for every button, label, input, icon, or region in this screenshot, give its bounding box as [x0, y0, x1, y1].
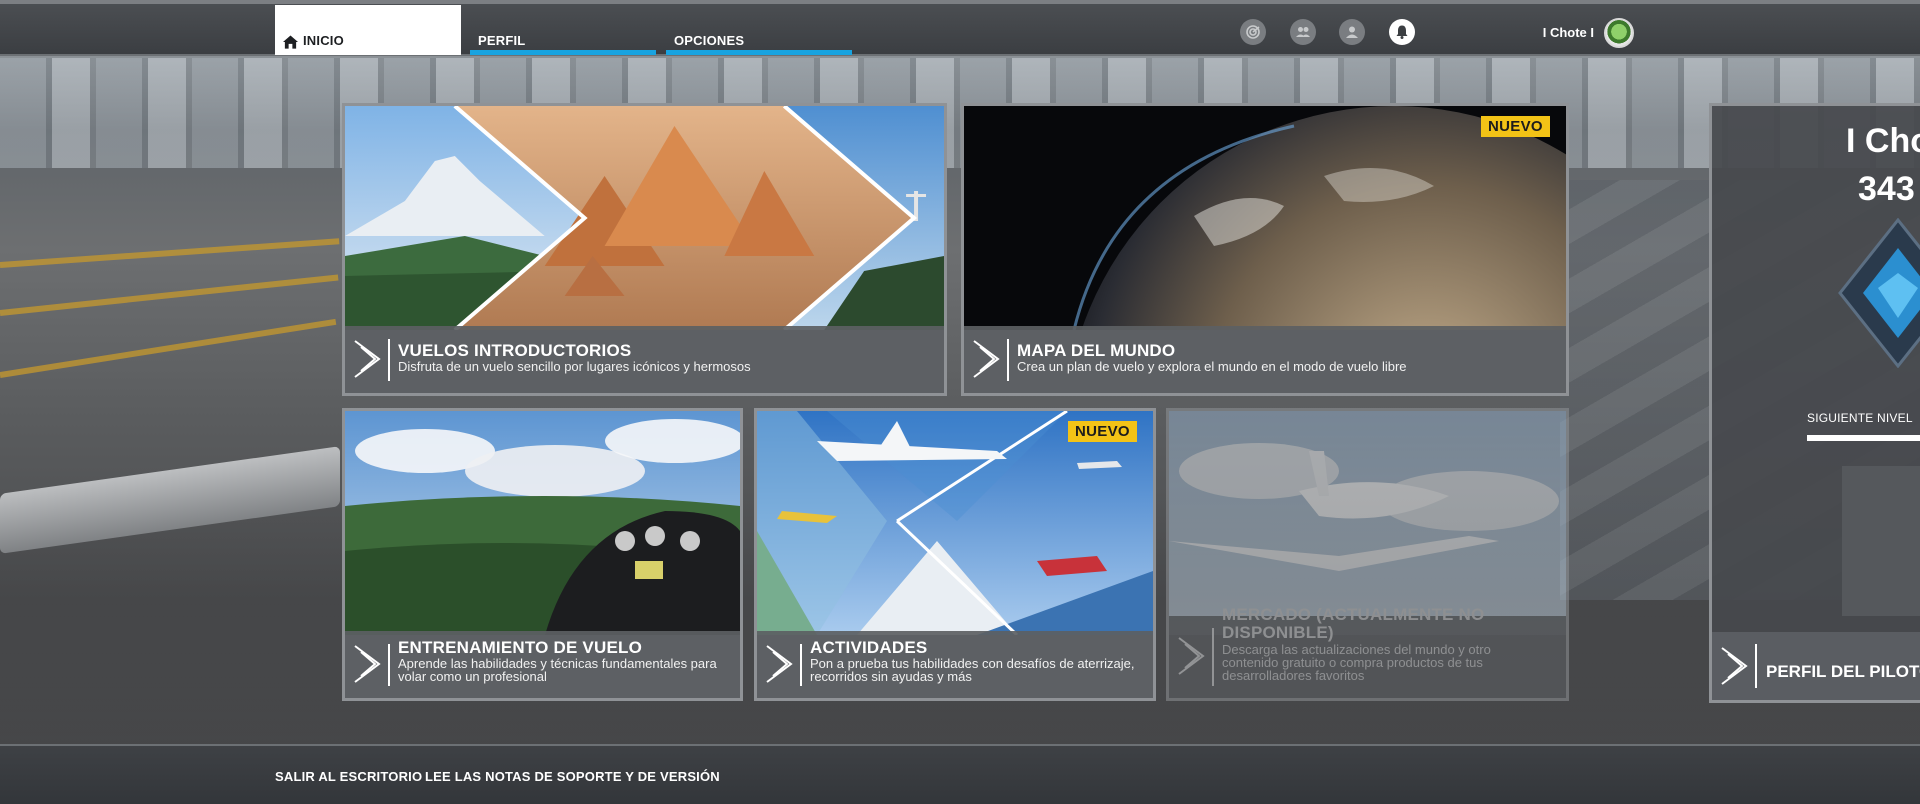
card-entrenamiento-de-vuelo[interactable]: ENTRENAMIENTO DE VUELO Aprende las habil…: [342, 408, 743, 701]
card-caption: MERCADO (ACTUALMENTE NO DISPONIBLE) Desc…: [1169, 606, 1566, 698]
aircraft-image: [1169, 411, 1566, 635]
pilot-xp: 343: [1858, 170, 1915, 208]
card-description: volar como un profesional: [398, 669, 547, 684]
card-description: desarrolladores favoritos: [1222, 668, 1365, 683]
divider: [1007, 339, 1009, 381]
card-title: MERCADO (ACTUALMENTE NO: [1222, 605, 1485, 624]
new-badge: NUEVO: [1068, 421, 1137, 442]
card-mapa-del-mundo[interactable]: NUEVO MAPA DEL MUNDO Crea un plan de vue…: [961, 103, 1569, 396]
card-title: VUELOS INTRODUCTORIOS: [398, 341, 632, 360]
card-title: ENTRENAMIENTO DE VUELO: [398, 638, 642, 657]
tab-label: INICIO: [303, 33, 344, 48]
divider: [800, 644, 802, 686]
pilot-profile-panel[interactable]: I Cho 343 SIGUIENTE NIVEL PERFIL DEL PIL…: [1709, 103, 1920, 703]
floor-stripe: [0, 318, 337, 378]
card-caption: ACTIVIDADES Pon a prueba tus habilidades…: [757, 631, 1153, 698]
divider: [1212, 628, 1214, 686]
glider-cockpit-image: [345, 411, 740, 635]
card-mercado: MERCADO (ACTUALMENTE NO DISPONIBLE) Desc…: [1166, 408, 1569, 701]
earth-image: [964, 106, 1566, 330]
aircraft-wing: [0, 446, 340, 554]
divider: [388, 644, 390, 686]
card-vuelos-introductorios[interactable]: VUELOS INTRODUCTORIOS Disfruta de un vue…: [342, 103, 947, 396]
card-description: recorridos sin ayudas y más: [810, 669, 972, 684]
chevron-right-icon: [766, 645, 793, 683]
new-badge: NUEVO: [1481, 116, 1550, 137]
card-description: Disfruta de un vuelo sencillo por lugare…: [398, 359, 751, 374]
chevron-right-icon: [1721, 647, 1748, 685]
floor-stripe: [0, 238, 340, 268]
chevron-right-icon: [354, 340, 381, 378]
bottom-bar: SALIR AL ESCRITORIO LEE LAS NOTAS DE SOP…: [0, 744, 1920, 804]
card-caption: MAPA DEL MUNDO Crea un plan de vuelo y e…: [964, 326, 1566, 393]
landmarks-image: [345, 106, 944, 330]
pilot-name: I Cho: [1846, 122, 1920, 160]
tab-label: PERFIL: [478, 33, 526, 48]
level-progress-bar: [1807, 435, 1920, 441]
notification-icon[interactable]: [1389, 19, 1415, 45]
username[interactable]: I Chote I: [1510, 25, 1594, 40]
release-notes-link[interactable]: LEE LAS NOTAS DE SOPORTE Y DE VERSIÓN: [425, 769, 720, 784]
chevron-right-icon: [973, 340, 1000, 378]
divider: [1755, 644, 1757, 688]
pilot-profile-label: PERFIL DEL PILOTO: [1766, 662, 1920, 681]
card-caption: ENTRENAMIENTO DE VUELO Aprende las habil…: [345, 631, 740, 698]
exit-to-desktop-link[interactable]: SALIR AL ESCRITORIO: [275, 769, 422, 784]
avatar[interactable]: [1604, 18, 1634, 48]
tab-label: OPCIONES: [674, 33, 745, 48]
account-icon[interactable]: [1339, 19, 1365, 45]
chevron-right-icon: [354, 645, 381, 683]
friends-icon[interactable]: [1290, 19, 1316, 45]
card-title: DISPONIBLE): [1222, 623, 1334, 642]
divider: [388, 339, 390, 381]
chevron-right-icon: [1178, 637, 1205, 675]
card-description: Crea un plan de vuelo y explora el mundo…: [1017, 359, 1407, 374]
card-title: MAPA DEL MUNDO: [1017, 341, 1176, 360]
card-actividades[interactable]: NUEVO ACTIVIDADES Pon a prueba tus habil…: [754, 408, 1156, 701]
tab-opciones[interactable]: OPCIONES: [666, 5, 852, 55]
tab-perfil[interactable]: PERFIL: [470, 5, 656, 55]
pilot-stats-area: [1842, 466, 1920, 616]
top-navigation-bar: INICIO PERFIL OPCIONES I Chote I: [0, 0, 1920, 56]
card-title: ACTIVIDADES: [810, 638, 928, 657]
card-caption: VUELOS INTRODUCTORIOS Disfruta de un vue…: [345, 326, 944, 393]
activities-image: [757, 411, 1153, 635]
floor-stripe: [0, 274, 339, 316]
home-icon: [283, 35, 298, 49]
next-level-label: SIGUIENTE NIVEL: [1807, 411, 1913, 425]
pilot-rank-icon: [1838, 218, 1920, 368]
hangar-wall: [0, 58, 1920, 168]
tab-inicio[interactable]: INICIO: [275, 5, 461, 55]
radar-icon[interactable]: [1240, 19, 1266, 45]
